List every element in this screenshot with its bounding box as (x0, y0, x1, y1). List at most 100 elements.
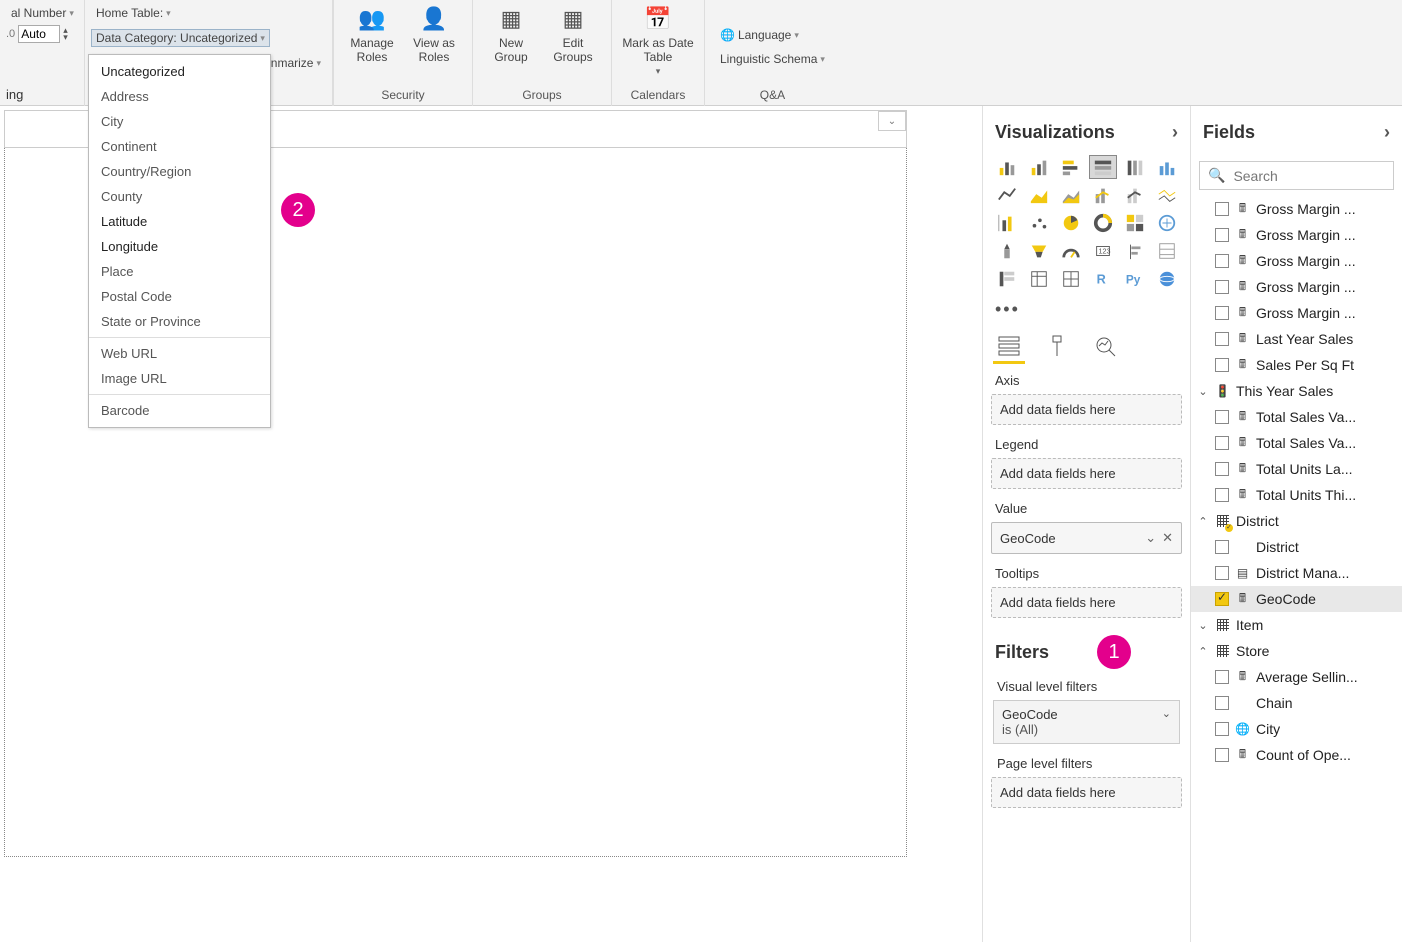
value-chevron-icon[interactable]: ⌄ (1145, 530, 1156, 546)
viz-type-tile[interactable]: R (1089, 267, 1117, 291)
category-option[interactable]: Web URL (89, 341, 270, 366)
viz-type-tile[interactable] (1153, 267, 1181, 291)
viz-type-tile[interactable] (1025, 267, 1053, 291)
viz-type-tile[interactable] (1153, 155, 1181, 179)
field-checkbox[interactable] (1215, 410, 1229, 424)
viz-type-tile[interactable] (1057, 267, 1085, 291)
field-group[interactable]: ⌃Store (1191, 638, 1402, 664)
category-option[interactable]: Country/Region (89, 159, 270, 184)
field-item[interactable]: Chain (1191, 690, 1402, 716)
field-group[interactable]: ⌄Item (1191, 612, 1402, 638)
category-option[interactable]: Place (89, 259, 270, 284)
field-item[interactable]: 🖩Gross Margin ... (1191, 248, 1402, 274)
field-item[interactable]: 🖩Gross Margin ... (1191, 300, 1402, 326)
expand-icon[interactable]: ⌄ (1197, 385, 1209, 398)
expand-icon[interactable]: ⌃ (1197, 515, 1209, 528)
field-item[interactable]: 🖩Gross Margin ... (1191, 196, 1402, 222)
field-checkbox[interactable] (1215, 202, 1229, 216)
field-checkbox[interactable] (1215, 254, 1229, 268)
field-item[interactable]: 🖩Average Sellin... (1191, 664, 1402, 690)
field-checkbox[interactable] (1215, 592, 1229, 606)
view-as-roles-button[interactable]: 👤View as Roles (406, 4, 462, 64)
field-item[interactable]: 🖩Sales Per Sq Ft (1191, 352, 1402, 378)
viz-type-tile[interactable] (1089, 183, 1117, 207)
field-checkbox[interactable] (1215, 462, 1229, 476)
page-filter-well[interactable]: Add data fields here (991, 777, 1182, 808)
field-checkbox[interactable] (1215, 332, 1229, 346)
field-group[interactable]: ⌄🚦This Year Sales (1191, 378, 1402, 404)
viz-type-tile[interactable] (993, 239, 1021, 263)
field-item[interactable]: 🖩GeoCode (1191, 586, 1402, 612)
data-category-dd[interactable]: Data Category: Uncategorized▾ (91, 29, 270, 47)
expand-icon[interactable]: ⌄ (1197, 619, 1209, 632)
fields-tab-icon[interactable] (997, 334, 1021, 358)
field-checkbox[interactable] (1215, 540, 1229, 554)
category-option[interactable]: Image URL (89, 366, 270, 391)
new-group-button[interactable]: ▦New Group (483, 4, 539, 64)
auto-decimal-input[interactable] (18, 25, 60, 43)
linguistic-schema-dd[interactable]: Linguistic Schema▾ (715, 50, 830, 68)
category-option[interactable]: Address (89, 84, 270, 109)
viz-type-tile[interactable] (1153, 183, 1181, 207)
viz-type-tile[interactable] (1025, 211, 1053, 235)
viz-type-tile[interactable] (1057, 155, 1085, 179)
viz-type-tile[interactable] (1057, 183, 1085, 207)
field-group[interactable]: ⌃✓District (1191, 508, 1402, 534)
field-item[interactable]: 🖩Total Sales Va... (1191, 430, 1402, 456)
field-item[interactable]: District (1191, 534, 1402, 560)
field-checkbox[interactable] (1215, 696, 1229, 710)
field-checkbox[interactable] (1215, 748, 1229, 762)
language-dd[interactable]: 🌐Language▾ (715, 26, 804, 44)
field-item[interactable]: 🖩Gross Margin ... (1191, 274, 1402, 300)
viz-type-tile[interactable] (1025, 155, 1053, 179)
field-item[interactable]: 🖩Count of Ope... (1191, 742, 1402, 768)
field-item[interactable]: ▤District Mana... (1191, 560, 1402, 586)
field-item[interactable]: 🖩Last Year Sales (1191, 326, 1402, 352)
field-checkbox[interactable] (1215, 358, 1229, 372)
viz-type-tile[interactable] (1121, 211, 1149, 235)
field-checkbox[interactable] (1215, 566, 1229, 580)
viz-type-tile[interactable] (1121, 183, 1149, 207)
category-option[interactable]: Barcode (89, 398, 270, 423)
axis-well[interactable]: Add data fields here (991, 394, 1182, 425)
viz-type-tile[interactable] (1057, 239, 1085, 263)
tooltips-well[interactable]: Add data fields here (991, 587, 1182, 618)
category-option[interactable]: City (89, 109, 270, 134)
expand-icon[interactable]: ⌃ (1197, 645, 1209, 658)
mark-date-table-button[interactable]: 📅Mark as Date Table▾ (622, 4, 694, 77)
viz-type-tile[interactable] (993, 267, 1021, 291)
viz-type-tile[interactable] (993, 155, 1021, 179)
viz-type-tile[interactable] (1089, 155, 1117, 179)
value-well[interactable]: GeoCode⌄✕ (991, 522, 1182, 554)
analytics-tab-icon[interactable] (1093, 334, 1117, 358)
field-item[interactable]: 🖩Total Units Thi... (1191, 482, 1402, 508)
edit-groups-button[interactable]: ▦Edit Groups (545, 4, 601, 64)
viz-type-tile[interactable] (993, 183, 1021, 207)
field-checkbox[interactable] (1215, 488, 1229, 502)
format-tab-icon[interactable] (1045, 334, 1069, 358)
fields-search[interactable]: 🔍 Search (1199, 161, 1394, 190)
category-option[interactable]: Continent (89, 134, 270, 159)
viz-type-tile[interactable] (1121, 239, 1149, 263)
visual-dropdown-icon[interactable]: ⌄ (878, 111, 906, 131)
visual-filter-card[interactable]: GeoCode is (All) ⌄ (993, 700, 1180, 744)
viz-type-tile[interactable]: Py (1121, 267, 1149, 291)
field-checkbox[interactable] (1215, 280, 1229, 294)
number-format-dd[interactable]: al Number▾ (6, 4, 79, 22)
viz-type-tile[interactable] (993, 211, 1021, 235)
viz-type-tile[interactable] (1153, 239, 1181, 263)
viz-type-tile[interactable]: 123 (1089, 239, 1117, 263)
home-table-dd[interactable]: Home Table:▾ (91, 4, 176, 22)
summarize-dd[interactable]: nmarize▾ (266, 54, 326, 72)
manage-roles-button[interactable]: 👥Manage Roles (344, 4, 400, 64)
category-option[interactable]: Postal Code (89, 284, 270, 309)
filter-expand-icon[interactable]: ⌄ (1162, 707, 1171, 720)
viz-type-tile[interactable] (1121, 155, 1149, 179)
category-option[interactable]: County (89, 184, 270, 209)
collapse-fields-icon[interactable]: › (1384, 122, 1390, 143)
viz-more-icon[interactable]: ••• (991, 299, 1182, 328)
category-option[interactable]: Longitude (89, 234, 270, 259)
field-checkbox[interactable] (1215, 670, 1229, 684)
field-checkbox[interactable] (1215, 306, 1229, 320)
category-option[interactable]: Latitude (89, 209, 270, 234)
